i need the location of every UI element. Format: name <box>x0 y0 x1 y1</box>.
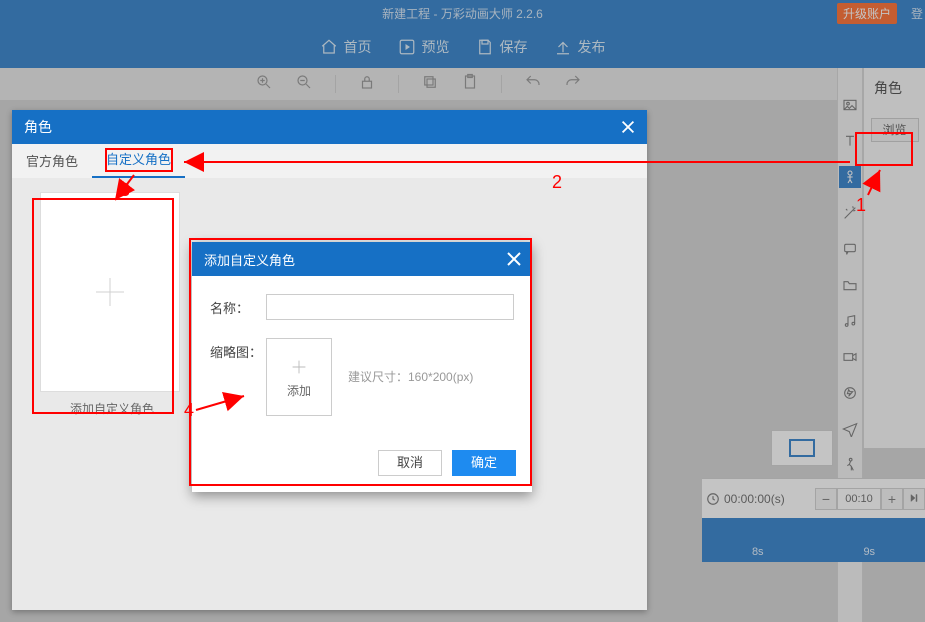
thumbnail-add-label: 添加 <box>287 382 311 399</box>
close-icon <box>619 118 637 136</box>
modal-header: 添加自定义角色 <box>192 242 532 276</box>
roles-panel: 角色 官方角色 自定义角色 添加自定义角色 添加自定义角色 名称： <box>12 110 647 610</box>
cancel-button[interactable]: 取消 <box>378 450 442 476</box>
plus-icon <box>90 272 130 312</box>
add-custom-role-card[interactable] <box>40 192 180 392</box>
roles-panel-close-button[interactable] <box>619 118 637 136</box>
modal-title: 添加自定义角色 <box>204 250 295 269</box>
plus-icon <box>288 356 310 378</box>
roles-panel-body: 添加自定义角色 添加自定义角色 名称： 缩略图： <box>12 178 647 610</box>
modal-body: 名称： 缩略图： 添加 建议尺寸：160*200(px) <box>192 276 532 440</box>
name-input[interactable] <box>266 294 514 320</box>
modal-footer: 取消 确定 <box>192 440 532 492</box>
tab-custom-roles[interactable]: 自定义角色 <box>92 141 185 178</box>
thumbnail-label: 缩略图： <box>210 338 266 361</box>
thumbnail-size-hint: 建议尺寸：160*200(px) <box>348 368 473 385</box>
name-label: 名称： <box>210 294 266 317</box>
modal-close-button[interactable] <box>504 249 524 269</box>
ok-button[interactable]: 确定 <box>452 450 516 476</box>
close-icon <box>504 249 524 269</box>
add-custom-role-label: 添加自定义角色 <box>42 400 182 417</box>
tab-official-roles[interactable]: 官方角色 <box>12 143 92 178</box>
thumbnail-add-button[interactable]: 添加 <box>266 338 332 416</box>
add-custom-role-modal: 添加自定义角色 名称： 缩略图： 添加 建议尺寸：160*200(p <box>192 242 532 492</box>
roles-panel-header: 角色 <box>12 110 647 144</box>
roles-tabs: 官方角色 自定义角色 <box>12 144 647 178</box>
roles-panel-title: 角色 <box>24 117 52 137</box>
